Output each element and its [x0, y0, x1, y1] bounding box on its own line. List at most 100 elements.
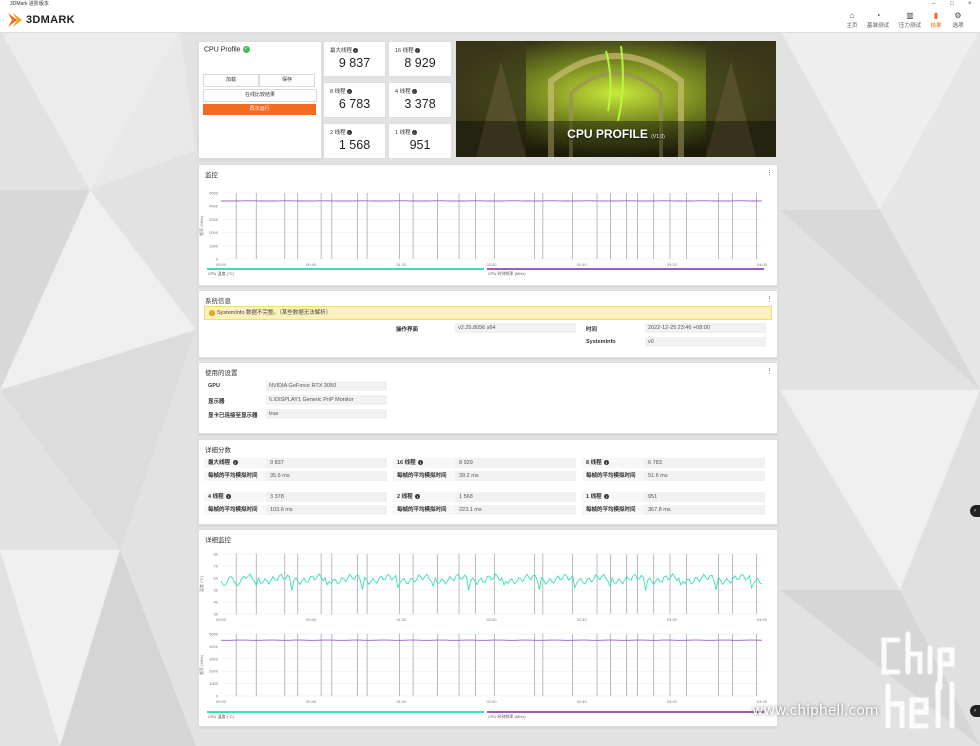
legend-swatch-freq [487, 711, 764, 713]
info-icon[interactable]: i [604, 494, 610, 500]
nav-results[interactable]: ▮ 结果 [924, 11, 948, 29]
detail-score-label: 16 线程 i [397, 460, 424, 466]
score-4-threads: 4 线程 i 3 378 [388, 82, 452, 118]
system-info-title: 系统信息 [205, 298, 231, 305]
save-button[interactable]: 保存 [259, 74, 315, 87]
info-icon[interactable]: i [346, 89, 352, 95]
x-tick-label: 00:00 [216, 699, 227, 704]
detail-score-value: 6 783 [644, 458, 765, 468]
app-header: 3DMARK ⌂ 主页 ◔ 基准测试 ▥ 压力测试 ▮ 结果 ⚙ 选项 [0, 8, 980, 33]
detail-score-label: 8 线程 i [586, 460, 610, 466]
detail-score-value: 951 [644, 492, 765, 502]
legend-label: CPU 温度 (°C) [208, 270, 234, 276]
y-tick-label: 50 [214, 588, 219, 593]
scroll-right-icon[interactable]: › [970, 505, 980, 517]
score-value: 3 378 [404, 97, 436, 111]
watermark-logo [881, 631, 955, 729]
x-tick-label: 04:00 [757, 262, 768, 267]
detail-score-value: 8 929 [455, 458, 576, 468]
window-title: 3DMark 进阶版本 [10, 1, 49, 7]
nav-options[interactable]: ⚙ 选项 [946, 11, 970, 29]
avg-sim-time-value: 223.1 ms [455, 505, 576, 515]
x-tick-label: 01:20 [396, 262, 407, 267]
x-tick-label: 03:20 [667, 617, 678, 622]
info-icon[interactable]: i [232, 460, 238, 466]
avg-sim-time-value: 35.6 ms [266, 471, 387, 481]
close-icon[interactable]: × [968, 0, 972, 8]
y-tick-label: 30 [214, 612, 219, 617]
y-tick-label: 80 [214, 552, 219, 557]
detailed-monitor-card: 详细监控 80 70 60 50 40 30 温度 (°C) 00:00 00:40 01:20 0… [198, 529, 778, 727]
maximize-icon[interactable]: □ [950, 0, 954, 8]
settings-title: 使用的设置 [205, 370, 238, 377]
monitor-card: 监控 ⋮ 5000 4000 3000 2000 1000 0 频率 (MHz) 00:00 0… [198, 164, 778, 286]
score-16-threads: 16 线程 i 8 929 [388, 41, 452, 77]
x-tick-label: 00:00 [216, 617, 227, 622]
display-value: \\.\DISPLAY1 Generic PnP Monitor [266, 395, 387, 405]
minimize-icon[interactable]: – [932, 0, 935, 8]
legend-swatch-freq [487, 268, 764, 270]
info-icon[interactable]: i [411, 89, 417, 95]
logo-chevron-icon [8, 13, 22, 27]
gpu-label: GPU [208, 383, 220, 389]
avg-sim-time-label: 每帧的平均模拟时间 [586, 507, 636, 513]
y-tick-label: 4000 [209, 204, 219, 209]
info-icon[interactable]: i [346, 130, 352, 136]
avg-sim-time-label: 每帧的平均模拟时间 [397, 473, 447, 479]
more-options-icon[interactable]: ⋮ [766, 295, 773, 303]
x-tick-label: 00:40 [306, 617, 317, 622]
legend-label: CPU 时钟频率 (MHz) [488, 270, 526, 276]
detail-score-value: 9 837 [266, 458, 387, 468]
y-tick-label: 4000 [209, 644, 219, 649]
nav-label: 选项 [952, 23, 964, 29]
x-tick-label: 02:00 [486, 617, 497, 622]
nav-label: 压力测试 [898, 23, 921, 29]
load-button[interactable]: 加载 [203, 74, 259, 87]
benchmark-hero-image: CPU PROFILE (V1.0) [456, 41, 776, 157]
avg-sim-time-value: 51.6 ms [644, 471, 765, 481]
x-tick-label: 03:20 [667, 262, 678, 267]
nav-benchmarks[interactable]: ◔ 基准测试 [866, 11, 890, 29]
series-line [220, 573, 763, 591]
x-tick-label: 02:00 [486, 262, 497, 267]
run-again-button[interactable]: 再次运行 [203, 104, 316, 115]
nav-home[interactable]: ⌂ 主页 [840, 11, 864, 29]
chart-icon: ▮ [933, 11, 939, 20]
info-icon[interactable]: i [418, 460, 424, 466]
y-tick-label: 3000 [209, 217, 219, 222]
more-options-icon[interactable]: ⋮ [766, 169, 773, 177]
monitor-chart: 5000 4000 3000 2000 1000 0 频率 (MHz) 00:00 00:40 0… [199, 191, 768, 277]
profile-name: CPU Profile [204, 46, 241, 54]
nav-stress-tests[interactable]: ▥ 压力测试 [898, 11, 922, 29]
avg-sim-time-label: 每帧的平均模拟时间 [208, 473, 258, 479]
y-tick-label: 60 [214, 576, 219, 581]
info-icon[interactable]: i [604, 460, 610, 466]
info-icon[interactable]: i [415, 494, 421, 500]
score-label: 最大线程 i [330, 46, 359, 54]
avg-sim-time-label: 每帧的平均模拟时间 [208, 507, 258, 513]
gauge-icon: ◔ [875, 11, 881, 20]
score-label: 1 线程 i [395, 128, 417, 136]
gpu-connected-value: true [266, 409, 387, 419]
more-options-icon[interactable]: ⋮ [766, 367, 773, 375]
info-icon[interactable]: i [353, 48, 359, 54]
score-value: 8 929 [404, 56, 436, 70]
score-label: 16 线程 i [395, 46, 420, 54]
info-icon[interactable]: i [414, 48, 420, 54]
hero-title: CPU PROFILE (V1.0) [567, 127, 665, 141]
info-icon[interactable]: i [226, 494, 232, 500]
compare-online-button[interactable]: 在线比较结果 [203, 89, 317, 102]
detail-score-label: 最大线程 i [208, 460, 238, 466]
y-axis-label: 频率 (MHz) [199, 654, 204, 675]
score-value: 951 [409, 138, 431, 152]
x-tick-label: 02:40 [577, 262, 588, 267]
x-tick-label: 02:40 [577, 699, 588, 704]
info-icon[interactable]: i [411, 130, 417, 136]
y-tick-label: 0 [216, 694, 219, 699]
score-value: 9 837 [338, 56, 371, 70]
score-2-threads: 2 线程 i 1 568 [323, 123, 386, 159]
systeminfo-value: v0 [645, 337, 766, 347]
avg-sim-time-value: 39.2 ms [455, 471, 576, 481]
systeminfo-label: SystemInfo [586, 339, 616, 345]
logo-text: 3DMARK [26, 14, 75, 26]
